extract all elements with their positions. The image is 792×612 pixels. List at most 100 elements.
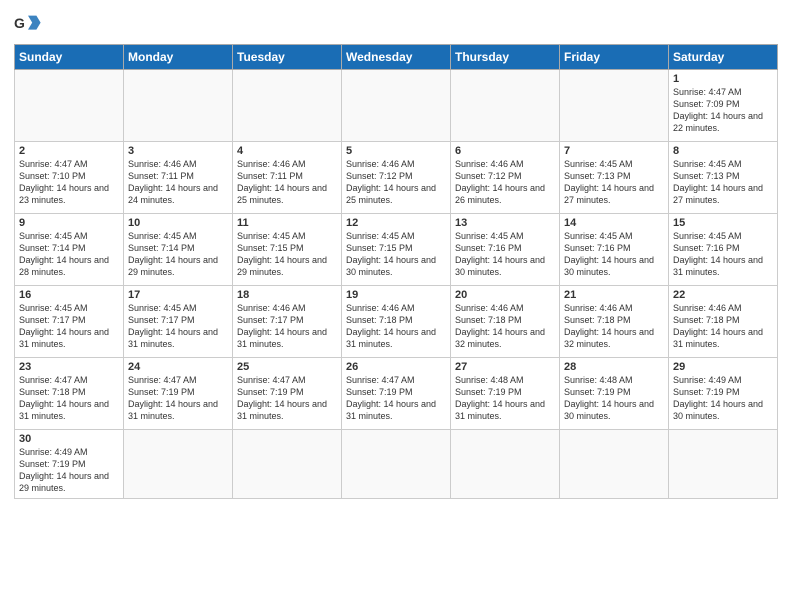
- calendar-cell: 28Sunrise: 4:48 AMSunset: 7:19 PMDayligh…: [560, 358, 669, 430]
- cell-content: Sunrise: 4:45 AMSunset: 7:13 PMDaylight:…: [564, 158, 664, 207]
- day-number: 28: [564, 361, 664, 373]
- weekday-tuesday: Tuesday: [233, 45, 342, 70]
- cell-content: Sunrise: 4:49 AMSunset: 7:19 PMDaylight:…: [673, 374, 773, 423]
- calendar-week-0: 1Sunrise: 4:47 AMSunset: 7:09 PMDaylight…: [15, 70, 778, 142]
- cell-content: Sunrise: 4:45 AMSunset: 7:13 PMDaylight:…: [673, 158, 773, 207]
- calendar-cell: 12Sunrise: 4:45 AMSunset: 7:15 PMDayligh…: [342, 214, 451, 286]
- cell-content: Sunrise: 4:46 AMSunset: 7:12 PMDaylight:…: [455, 158, 555, 207]
- calendar-cell: 29Sunrise: 4:49 AMSunset: 7:19 PMDayligh…: [669, 358, 778, 430]
- day-number: 5: [346, 145, 446, 157]
- calendar-cell: 19Sunrise: 4:46 AMSunset: 7:18 PMDayligh…: [342, 286, 451, 358]
- calendar-cell: [560, 430, 669, 499]
- cell-content: Sunrise: 4:45 AMSunset: 7:17 PMDaylight:…: [19, 302, 119, 351]
- weekday-sunday: Sunday: [15, 45, 124, 70]
- cell-content: Sunrise: 4:47 AMSunset: 7:19 PMDaylight:…: [237, 374, 337, 423]
- calendar-cell: 17Sunrise: 4:45 AMSunset: 7:17 PMDayligh…: [124, 286, 233, 358]
- cell-content: Sunrise: 4:45 AMSunset: 7:15 PMDaylight:…: [237, 230, 337, 279]
- calendar-cell: 13Sunrise: 4:45 AMSunset: 7:16 PMDayligh…: [451, 214, 560, 286]
- calendar-cell: 25Sunrise: 4:47 AMSunset: 7:19 PMDayligh…: [233, 358, 342, 430]
- weekday-thursday: Thursday: [451, 45, 560, 70]
- day-number: 20: [455, 289, 555, 301]
- day-number: 15: [673, 217, 773, 229]
- cell-content: Sunrise: 4:45 AMSunset: 7:14 PMDaylight:…: [128, 230, 228, 279]
- cell-content: Sunrise: 4:45 AMSunset: 7:15 PMDaylight:…: [346, 230, 446, 279]
- calendar-week-2: 9 Sunrise: 4:45 AMSunset: 7:14 PMDaylight…: [15, 214, 778, 286]
- day-number: 6: [455, 145, 555, 157]
- day-number: 10: [128, 217, 228, 229]
- weekday-saturday: Saturday: [669, 45, 778, 70]
- day-number: 9: [19, 217, 119, 229]
- svg-text:G: G: [14, 15, 25, 31]
- calendar-cell: [669, 430, 778, 499]
- cell-content: Sunrise: 4:47 AMSunset: 7:10 PMDaylight:…: [19, 158, 119, 207]
- calendar-cell: 1Sunrise: 4:47 AMSunset: 7:09 PMDaylight…: [669, 70, 778, 142]
- calendar-week-3: 16Sunrise: 4:45 AMSunset: 7:17 PMDayligh…: [15, 286, 778, 358]
- calendar-cell: 27Sunrise: 4:48 AMSunset: 7:19 PMDayligh…: [451, 358, 560, 430]
- day-number: 17: [128, 289, 228, 301]
- calendar-cell: [15, 70, 124, 142]
- logo-icon: G: [14, 10, 42, 38]
- day-number: 12: [346, 217, 446, 229]
- day-number: 26: [346, 361, 446, 373]
- day-number: 13: [455, 217, 555, 229]
- day-number: 8: [673, 145, 773, 157]
- cell-content: Sunrise: 4:46 AMSunset: 7:18 PMDaylight:…: [346, 302, 446, 351]
- calendar-cell: [451, 430, 560, 499]
- cell-content: Sunrise: 4:46 AMSunset: 7:18 PMDaylight:…: [673, 302, 773, 351]
- calendar-cell: 2Sunrise: 4:47 AMSunset: 7:10 PMDaylight…: [15, 142, 124, 214]
- day-number: 21: [564, 289, 664, 301]
- cell-content: Sunrise: 4:46 AMSunset: 7:18 PMDaylight:…: [564, 302, 664, 351]
- day-number: 30: [19, 433, 119, 445]
- calendar-week-1: 2Sunrise: 4:47 AMSunset: 7:10 PMDaylight…: [15, 142, 778, 214]
- cell-content: Sunrise: 4:45 AMSunset: 7:16 PMDaylight:…: [673, 230, 773, 279]
- calendar-cell: 9Sunrise: 4:45 AMSunset: 7:14 PMDaylight…: [15, 214, 124, 286]
- weekday-friday: Friday: [560, 45, 669, 70]
- calendar-week-4: 23Sunrise: 4:47 AMSunset: 7:18 PMDayligh…: [15, 358, 778, 430]
- day-number: 3: [128, 145, 228, 157]
- calendar-cell: [451, 70, 560, 142]
- calendar-cell: [342, 70, 451, 142]
- cell-content: Sunrise: 4:46 AMSunset: 7:17 PMDaylight:…: [237, 302, 337, 351]
- weekday-monday: Monday: [124, 45, 233, 70]
- day-number: 22: [673, 289, 773, 301]
- day-number: 7: [564, 145, 664, 157]
- logo: G: [14, 10, 46, 38]
- day-number: 29: [673, 361, 773, 373]
- cell-content: Sunrise: 4:48 AMSunset: 7:19 PMDaylight:…: [564, 374, 664, 423]
- cell-content: Sunrise: 4:45 AMSunset: 7:17 PMDaylight:…: [128, 302, 228, 351]
- calendar-cell: 21Sunrise: 4:46 AMSunset: 7:18 PMDayligh…: [560, 286, 669, 358]
- cell-content: Sunrise: 4:47 AMSunset: 7:09 PMDaylight:…: [673, 86, 773, 135]
- calendar-cell: [124, 430, 233, 499]
- calendar-week-5: 30Sunrise: 4:49 AMSunset: 7:19 PMDayligh…: [15, 430, 778, 499]
- calendar-cell: [124, 70, 233, 142]
- calendar-cell: 18Sunrise: 4:46 AMSunset: 7:17 PMDayligh…: [233, 286, 342, 358]
- calendar-cell: [560, 70, 669, 142]
- cell-content: Sunrise: 4:48 AMSunset: 7:19 PMDaylight:…: [455, 374, 555, 423]
- calendar-cell: 20Sunrise: 4:46 AMSunset: 7:18 PMDayligh…: [451, 286, 560, 358]
- weekday-header-row: SundayMondayTuesdayWednesdayThursdayFrid…: [15, 45, 778, 70]
- cell-content: Sunrise: 4:45 AMSunset: 7:16 PMDaylight:…: [455, 230, 555, 279]
- cell-content: Sunrise: 4:47 AMSunset: 7:19 PMDaylight:…: [346, 374, 446, 423]
- day-number: 14: [564, 217, 664, 229]
- cell-content: Sunrise: 4:47 AMSunset: 7:18 PMDaylight:…: [19, 374, 119, 423]
- calendar-table: SundayMondayTuesdayWednesdayThursdayFrid…: [14, 44, 778, 499]
- calendar-cell: [342, 430, 451, 499]
- day-number: 2: [19, 145, 119, 157]
- calendar-cell: 26Sunrise: 4:47 AMSunset: 7:19 PMDayligh…: [342, 358, 451, 430]
- cell-content: Sunrise: 4:46 AMSunset: 7:11 PMDaylight:…: [237, 158, 337, 207]
- day-number: 18: [237, 289, 337, 301]
- day-number: 4: [237, 145, 337, 157]
- calendar-cell: 14Sunrise: 4:45 AMSunset: 7:16 PMDayligh…: [560, 214, 669, 286]
- calendar-cell: 23Sunrise: 4:47 AMSunset: 7:18 PMDayligh…: [15, 358, 124, 430]
- calendar-cell: [233, 70, 342, 142]
- calendar-cell: 5Sunrise: 4:46 AMSunset: 7:12 PMDaylight…: [342, 142, 451, 214]
- calendar-cell: 16Sunrise: 4:45 AMSunset: 7:17 PMDayligh…: [15, 286, 124, 358]
- day-number: 11: [237, 217, 337, 229]
- calendar-cell: 10Sunrise: 4:45 AMSunset: 7:14 PMDayligh…: [124, 214, 233, 286]
- header: G: [14, 10, 778, 38]
- cell-content: Sunrise: 4:49 AMSunset: 7:19 PMDaylight:…: [19, 446, 119, 495]
- calendar-cell: 6Sunrise: 4:46 AMSunset: 7:12 PMDaylight…: [451, 142, 560, 214]
- weekday-wednesday: Wednesday: [342, 45, 451, 70]
- calendar-cell: [233, 430, 342, 499]
- calendar-cell: 3Sunrise: 4:46 AMSunset: 7:11 PMDaylight…: [124, 142, 233, 214]
